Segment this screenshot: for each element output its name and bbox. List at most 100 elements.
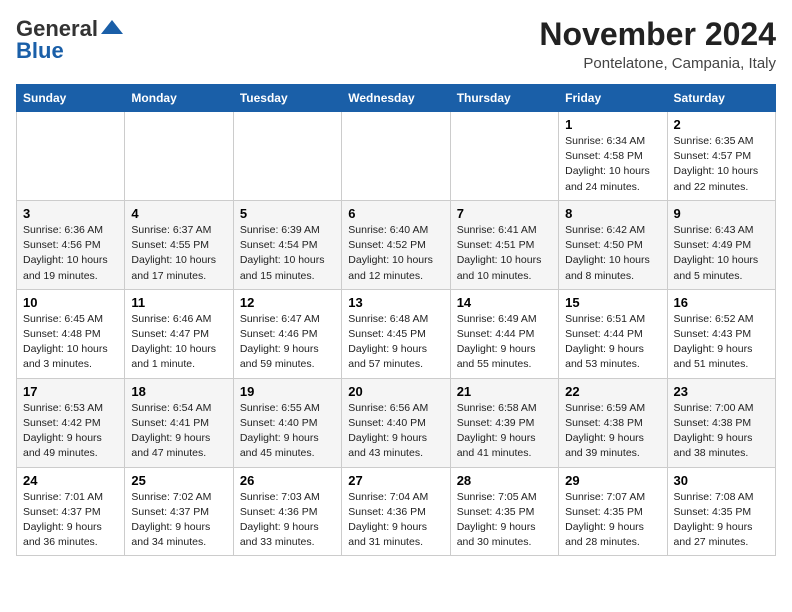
day-cell — [233, 112, 341, 201]
day-number: 7 — [457, 206, 552, 221]
day-number: 9 — [674, 206, 769, 221]
day-info: Sunrise: 6:51 AMSunset: 4:44 PMDaylight:… — [565, 312, 660, 373]
day-info: Sunrise: 6:58 AMSunset: 4:39 PMDaylight:… — [457, 401, 552, 462]
day-info: Sunrise: 6:35 AMSunset: 4:57 PMDaylight:… — [674, 134, 769, 195]
day-number: 28 — [457, 473, 552, 488]
day-info: Sunrise: 7:08 AMSunset: 4:35 PMDaylight:… — [674, 490, 769, 551]
day-info: Sunrise: 7:04 AMSunset: 4:36 PMDaylight:… — [348, 490, 443, 551]
day-info: Sunrise: 6:34 AMSunset: 4:58 PMDaylight:… — [565, 134, 660, 195]
day-info: Sunrise: 6:55 AMSunset: 4:40 PMDaylight:… — [240, 401, 335, 462]
day-info: Sunrise: 6:43 AMSunset: 4:49 PMDaylight:… — [674, 223, 769, 284]
day-number: 3 — [23, 206, 118, 221]
day-number: 25 — [131, 473, 226, 488]
day-info: Sunrise: 6:41 AMSunset: 4:51 PMDaylight:… — [457, 223, 552, 284]
day-cell: 16 Sunrise: 6:52 AMSunset: 4:43 PMDayligh… — [667, 289, 775, 378]
day-number: 12 — [240, 295, 335, 310]
day-cell: 5 Sunrise: 6:39 AMSunset: 4:54 PMDaylight… — [233, 200, 341, 289]
logo: General Blue — [16, 16, 123, 64]
day-cell: 26 Sunrise: 7:03 AMSunset: 4:36 PMDayligh… — [233, 467, 341, 556]
day-info: Sunrise: 6:59 AMSunset: 4:38 PMDaylight:… — [565, 401, 660, 462]
day-number: 19 — [240, 384, 335, 399]
day-info: Sunrise: 6:48 AMSunset: 4:45 PMDaylight:… — [348, 312, 443, 373]
day-number: 2 — [674, 117, 769, 132]
day-info: Sunrise: 7:01 AMSunset: 4:37 PMDaylight:… — [23, 490, 118, 551]
day-cell: 13 Sunrise: 6:48 AMSunset: 4:45 PMDayligh… — [342, 289, 450, 378]
calendar-header: SundayMondayTuesdayWednesdayThursdayFrid… — [17, 85, 776, 112]
day-cell — [450, 112, 558, 201]
day-number: 10 — [23, 295, 118, 310]
day-info: Sunrise: 6:45 AMSunset: 4:48 PMDaylight:… — [23, 312, 118, 373]
day-info: Sunrise: 6:47 AMSunset: 4:46 PMDaylight:… — [240, 312, 335, 373]
day-number: 21 — [457, 384, 552, 399]
week-row-5: 24 Sunrise: 7:01 AMSunset: 4:37 PMDayligh… — [17, 467, 776, 556]
day-cell: 6 Sunrise: 6:40 AMSunset: 4:52 PMDaylight… — [342, 200, 450, 289]
day-number: 15 — [565, 295, 660, 310]
day-cell: 2 Sunrise: 6:35 AMSunset: 4:57 PMDaylight… — [667, 112, 775, 201]
day-info: Sunrise: 6:52 AMSunset: 4:43 PMDaylight:… — [674, 312, 769, 373]
day-number: 17 — [23, 384, 118, 399]
day-info: Sunrise: 6:46 AMSunset: 4:47 PMDaylight:… — [131, 312, 226, 373]
day-cell: 29Sunrise: 7:07 AMSunset: 4:35 PMDayligh… — [559, 467, 667, 556]
title-area: November 2024 Pontelatone, Campania, Ita… — [539, 16, 776, 72]
day-number: 5 — [240, 206, 335, 221]
day-number: 26 — [240, 473, 335, 488]
col-header-sunday: Sunday — [17, 85, 125, 112]
day-number: 30 — [674, 473, 769, 488]
day-number: 27 — [348, 473, 443, 488]
day-number: 4 — [131, 206, 226, 221]
day-info: Sunrise: 6:39 AMSunset: 4:54 PMDaylight:… — [240, 223, 335, 284]
day-number: 14 — [457, 295, 552, 310]
day-cell: 1 Sunrise: 6:34 AMSunset: 4:58 PMDaylight… — [559, 112, 667, 201]
day-cell: 25 Sunrise: 7:02 AMSunset: 4:37 PMDayligh… — [125, 467, 233, 556]
day-cell: 22Sunrise: 6:59 AMSunset: 4:38 PMDayligh… — [559, 378, 667, 467]
day-info: Sunrise: 6:42 AMSunset: 4:50 PMDaylight:… — [565, 223, 660, 284]
day-info: Sunrise: 7:03 AMSunset: 4:36 PMDaylight:… — [240, 490, 335, 551]
header-row: SundayMondayTuesdayWednesdayThursdayFrid… — [17, 85, 776, 112]
col-header-wednesday: Wednesday — [342, 85, 450, 112]
month-title: November 2024 — [539, 16, 776, 53]
day-info: Sunrise: 7:00 AMSunset: 4:38 PMDaylight:… — [674, 401, 769, 462]
day-number: 6 — [348, 206, 443, 221]
day-cell: 21 Sunrise: 6:58 AMSunset: 4:39 PMDayligh… — [450, 378, 558, 467]
day-cell: 28 Sunrise: 7:05 AMSunset: 4:35 PMDayligh… — [450, 467, 558, 556]
day-cell — [125, 112, 233, 201]
day-number: 18 — [131, 384, 226, 399]
day-cell: 30 Sunrise: 7:08 AMSunset: 4:35 PMDayligh… — [667, 467, 775, 556]
day-info: Sunrise: 6:56 AMSunset: 4:40 PMDaylight:… — [348, 401, 443, 462]
day-cell: 14 Sunrise: 6:49 AMSunset: 4:44 PMDayligh… — [450, 289, 558, 378]
day-info: Sunrise: 7:07 AMSunset: 4:35 PMDaylight:… — [565, 490, 660, 551]
day-number: 8 — [565, 206, 660, 221]
week-row-2: 3Sunrise: 6:36 AMSunset: 4:56 PMDaylight… — [17, 200, 776, 289]
day-cell: 18 Sunrise: 6:54 AMSunset: 4:41 PMDayligh… — [125, 378, 233, 467]
day-cell: 8 Sunrise: 6:42 AMSunset: 4:50 PMDaylight… — [559, 200, 667, 289]
day-cell: 12 Sunrise: 6:47 AMSunset: 4:46 PMDayligh… — [233, 289, 341, 378]
day-cell: 27 Sunrise: 7:04 AMSunset: 4:36 PMDayligh… — [342, 467, 450, 556]
logo-blue: Blue — [16, 38, 64, 64]
day-cell: 10 Sunrise: 6:45 AMSunset: 4:48 PMDayligh… — [17, 289, 125, 378]
day-info: Sunrise: 6:54 AMSunset: 4:41 PMDaylight:… — [131, 401, 226, 462]
header: General Blue November 2024 Pontelatone, … — [16, 16, 776, 72]
day-number: 20 — [348, 384, 443, 399]
day-info: Sunrise: 6:37 AMSunset: 4:55 PMDaylight:… — [131, 223, 226, 284]
day-cell: 3Sunrise: 6:36 AMSunset: 4:56 PMDaylight… — [17, 200, 125, 289]
day-number: 23 — [674, 384, 769, 399]
day-info: Sunrise: 7:02 AMSunset: 4:37 PMDaylight:… — [131, 490, 226, 551]
day-number: 13 — [348, 295, 443, 310]
calendar-table: SundayMondayTuesdayWednesdayThursdayFrid… — [16, 84, 776, 556]
day-cell: 15 Sunrise: 6:51 AMSunset: 4:44 PMDayligh… — [559, 289, 667, 378]
day-info: Sunrise: 6:49 AMSunset: 4:44 PMDaylight:… — [457, 312, 552, 373]
logo-icon — [101, 20, 123, 34]
calendar-body: 1 Sunrise: 6:34 AMSunset: 4:58 PMDaylight… — [17, 112, 776, 556]
day-number: 11 — [131, 295, 226, 310]
day-cell: 19 Sunrise: 6:55 AMSunset: 4:40 PMDayligh… — [233, 378, 341, 467]
day-number: 16 — [674, 295, 769, 310]
day-info: Sunrise: 7:05 AMSunset: 4:35 PMDaylight:… — [457, 490, 552, 551]
day-cell: 20 Sunrise: 6:56 AMSunset: 4:40 PMDayligh… — [342, 378, 450, 467]
day-number: 1 — [565, 117, 660, 132]
day-cell — [342, 112, 450, 201]
day-info: Sunrise: 6:40 AMSunset: 4:52 PMDaylight:… — [348, 223, 443, 284]
week-row-4: 17Sunrise: 6:53 AMSunset: 4:42 PMDayligh… — [17, 378, 776, 467]
col-header-saturday: Saturday — [667, 85, 775, 112]
day-number: 24 — [23, 473, 118, 488]
day-cell: 24 Sunrise: 7:01 AMSunset: 4:37 PMDayligh… — [17, 467, 125, 556]
